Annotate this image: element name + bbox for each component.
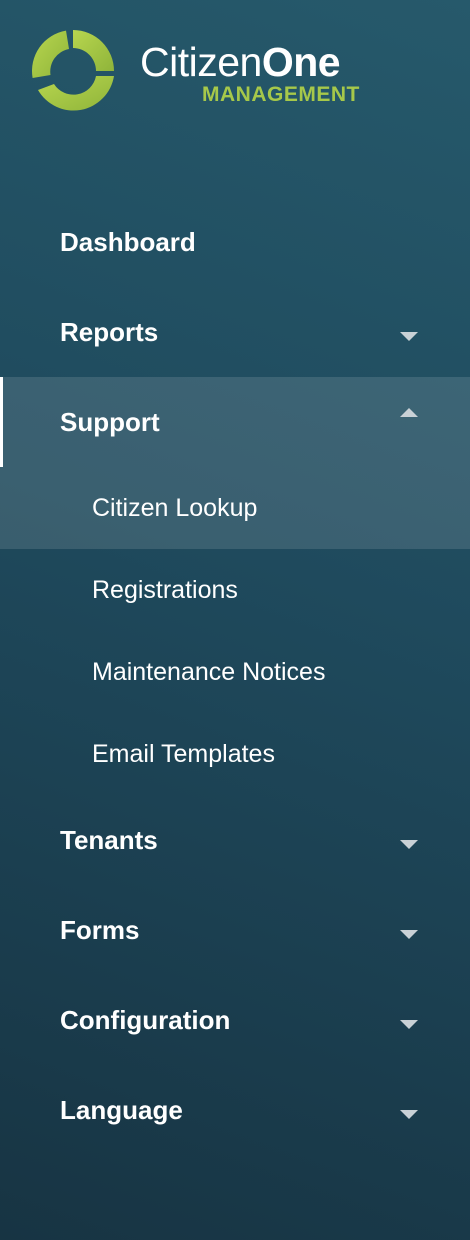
nav-item-label: Dashboard [60, 226, 196, 257]
sub-item-maintenance-notices[interactable]: Maintenance Notices [0, 631, 470, 713]
caret-down-icon [400, 840, 418, 849]
caret-down-icon [400, 1020, 418, 1029]
nav-item-label: Support [60, 406, 160, 437]
brand-logo[interactable]: CitizenOne MANAGEMENT [26, 24, 446, 118]
sub-item-label: Registrations [92, 575, 238, 604]
nav-item-dashboard[interactable]: Dashboard [0, 197, 470, 287]
brand-subtitle: MANAGEMENT [202, 83, 360, 106]
sub-item-label: Email Templates [92, 739, 275, 768]
caret-down-icon [400, 332, 418, 341]
nav-item-tenants[interactable]: Tenants [0, 795, 470, 885]
brand-name-light: Citizen [140, 39, 262, 85]
brand-name-bold: One [261, 39, 341, 85]
nav-item-language[interactable]: Language [0, 1065, 470, 1155]
nav-item-forms[interactable]: Forms [0, 885, 470, 975]
nav-item-label: Configuration [60, 1004, 231, 1035]
nav-item-label: Language [60, 1094, 183, 1125]
caret-up-icon [400, 408, 418, 417]
sub-item-citizen-lookup[interactable]: Citizen Lookup [0, 467, 470, 549]
nav-item-support[interactable]: Support [0, 377, 470, 467]
sub-item-registrations[interactable]: Registrations [0, 549, 470, 631]
nav-item-label: Tenants [60, 824, 158, 855]
sub-item-label: Maintenance Notices [92, 657, 326, 686]
caret-down-icon [400, 930, 418, 939]
ring-logo-icon [31, 30, 114, 111]
nav-item-label: Reports [60, 316, 159, 347]
sidebar: CitizenOne MANAGEMENT Dashboard Reports … [0, 0, 470, 1240]
nav-item-reports[interactable]: Reports [0, 287, 470, 377]
caret-down-icon [400, 1110, 418, 1119]
nav-item-label: Forms [60, 914, 140, 945]
brand-wordmark: CitizenOne MANAGEMENT [140, 39, 359, 106]
sub-item-email-templates[interactable]: Email Templates [0, 713, 470, 795]
sub-item-label: Citizen Lookup [92, 493, 258, 522]
brand-name: CitizenOne [140, 39, 341, 85]
nav-item-configuration[interactable]: Configuration [0, 975, 470, 1065]
